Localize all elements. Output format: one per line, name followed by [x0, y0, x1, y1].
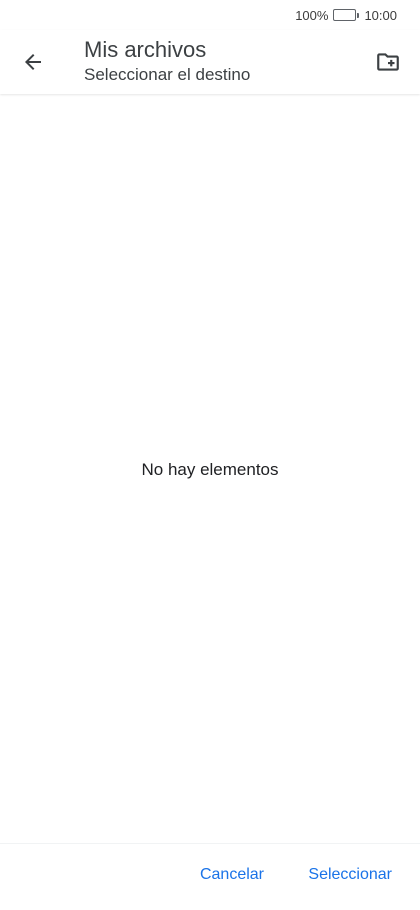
page-title: Mis archivos: [84, 37, 207, 62]
status-time: 10:00: [364, 7, 397, 23]
title-block: Mis archivos Seleccionar el destino: [84, 37, 250, 86]
battery-icon: [333, 9, 360, 21]
new-folder-button[interactable]: [368, 42, 408, 82]
dialog-footer: Cancelar Seleccionar: [0, 843, 420, 910]
arrow-left-icon: [25, 54, 41, 70]
status-bar: 100% 10:00: [0, 0, 420, 30]
page-subtitle: Seleccionar el destino: [84, 65, 251, 84]
battery-percent: 100%: [295, 7, 329, 23]
new-folder-icon: [377, 53, 399, 71]
empty-state-message: No hay elementos: [141, 460, 279, 479]
select-button[interactable]: Seleccionar: [308, 866, 392, 884]
back-button[interactable]: [13, 42, 53, 82]
file-list-area: No hay elementos: [0, 96, 420, 844]
cancel-button[interactable]: Cancelar: [200, 866, 264, 884]
app-bar: Mis archivos Seleccionar el destino: [0, 30, 420, 94]
